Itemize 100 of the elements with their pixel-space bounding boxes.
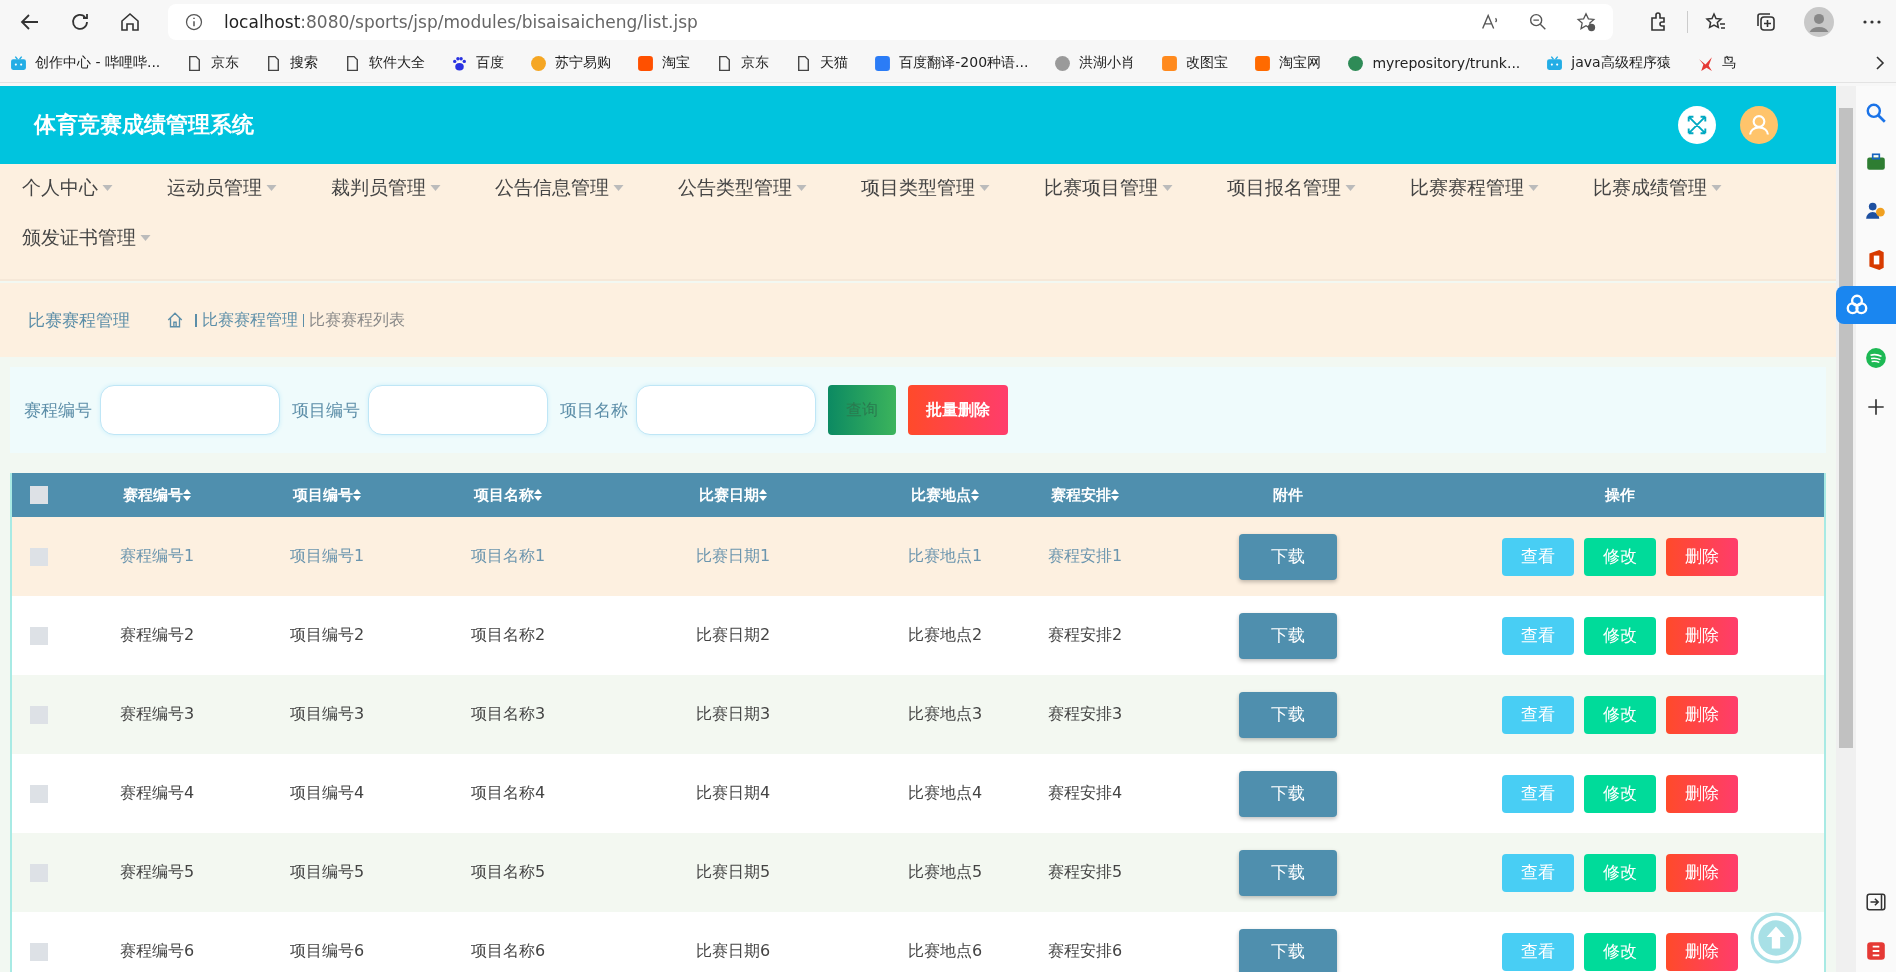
address-bar[interactable]: localhost:8080/sports/jsp/modules/bisaisaicheng/list.jsp: [168, 4, 1613, 40]
cloud-widget[interactable]: [1836, 286, 1896, 324]
site-icon[interactable]: [1054, 54, 1072, 72]
nav-menu-item[interactable]: 公告类型管理: [678, 170, 807, 206]
site-icon[interactable]: [530, 54, 548, 72]
row-checkbox[interactable]: [30, 626, 48, 645]
bookmark-link[interactable]: 搜索: [265, 54, 319, 72]
delete-button[interactable]: 删除: [1666, 616, 1738, 655]
breadcrumb-item[interactable]: 比赛赛程管理: [201, 309, 298, 331]
column-header[interactable]: 赛程安排: [1051, 485, 1119, 505]
site-icon[interactable]: [1161, 54, 1179, 72]
bookmark-link[interactable]: 创作中心 - 哔哩哔...: [10, 54, 161, 72]
download-button[interactable]: 下载: [1239, 691, 1337, 738]
nav-menu-item[interactable]: 项目类型管理: [861, 170, 990, 206]
edit-button[interactable]: 修改: [1584, 537, 1656, 576]
sidebar-toggle-icon[interactable]: [1865, 891, 1887, 913]
nav-menu-item[interactable]: 公告信息管理: [495, 170, 624, 206]
nav-menu-item[interactable]: 比赛赛程管理: [1410, 170, 1539, 206]
sort-icon[interactable]: [759, 489, 767, 501]
view-button[interactable]: 查看: [1502, 774, 1574, 813]
edit-button[interactable]: 修改: [1584, 774, 1656, 813]
nav-menu-item[interactable]: 颁发证书管理: [22, 220, 151, 256]
home-icon[interactable]: [118, 10, 142, 34]
view-button[interactable]: 查看: [1502, 537, 1574, 576]
chevron-right-icon[interactable]: [1874, 55, 1886, 71]
tv-icon[interactable]: [10, 54, 27, 72]
download-button[interactable]: 下载: [1239, 533, 1337, 580]
bookmark-link[interactable]: 淘宝网: [1254, 54, 1322, 72]
add-icon[interactable]: [1865, 396, 1887, 418]
sort-icon[interactable]: [534, 489, 542, 501]
download-button[interactable]: 下载: [1239, 612, 1337, 659]
view-button[interactable]: 查看: [1502, 616, 1574, 655]
bookmark-link[interactable]: 鸟: [1696, 54, 1736, 72]
sort-icon[interactable]: [353, 489, 361, 501]
edit-button[interactable]: 修改: [1584, 695, 1656, 734]
view-button[interactable]: 查看: [1502, 695, 1574, 734]
bookmark-link[interactable]: 改图宝: [1161, 54, 1229, 72]
edit-button[interactable]: 修改: [1584, 932, 1656, 971]
search-field[interactable]: [636, 385, 816, 435]
edit-button[interactable]: 修改: [1584, 616, 1656, 655]
bookmark-link[interactable]: 淘宝: [637, 54, 691, 72]
nav-menu-item[interactable]: 项目报名管理: [1227, 170, 1356, 206]
delete-button[interactable]: 删除: [1666, 537, 1738, 576]
site-icon[interactable]: [874, 54, 892, 72]
bookmark-link[interactable]: 京东: [186, 54, 240, 72]
nav-menu-item[interactable]: 裁判员管理: [331, 170, 441, 206]
site-icon[interactable]: [1347, 54, 1365, 72]
column-header[interactable]: 比赛日期: [699, 485, 767, 505]
delete-button[interactable]: 删除: [1666, 695, 1738, 734]
download-button[interactable]: 下载: [1239, 770, 1337, 817]
sort-icon[interactable]: [183, 489, 191, 501]
bookmark-link[interactable]: 天猫: [795, 54, 849, 72]
bookmark-link[interactable]: java高级程序猿: [1546, 54, 1671, 72]
bookmark-link[interactable]: 软件大全: [344, 54, 426, 72]
edit-button[interactable]: 修改: [1584, 853, 1656, 892]
view-button[interactable]: 查看: [1502, 932, 1574, 971]
nav-menu-item[interactable]: 个人中心: [22, 170, 113, 206]
paw-icon[interactable]: [451, 54, 469, 72]
briefcase-icon[interactable]: [1865, 151, 1887, 173]
bookmark-link[interactable]: myrepository/trunk...: [1347, 54, 1521, 72]
search-icon[interactable]: [1865, 102, 1887, 124]
delete-button[interactable]: 删除: [1666, 774, 1738, 813]
bookmark-link[interactable]: 京东: [716, 54, 770, 72]
app-logo-icon[interactable]: [1865, 940, 1887, 962]
site-icon[interactable]: [637, 54, 655, 72]
column-header[interactable]: 赛程编号: [123, 485, 191, 505]
download-button[interactable]: 下载: [1239, 849, 1337, 896]
column-header[interactable]: 项目名称: [474, 485, 542, 505]
bookmark-link[interactable]: 洪湖小肖: [1054, 54, 1136, 72]
row-checkbox[interactable]: [30, 547, 48, 566]
nav-menu-item[interactable]: 运动员管理: [167, 170, 277, 206]
search-field[interactable]: [100, 385, 280, 435]
fullscreen-icon[interactable]: [1678, 106, 1716, 144]
bookmark-link[interactable]: 百度: [451, 54, 505, 72]
delete-button[interactable]: 删除: [1666, 932, 1738, 971]
search-field[interactable]: [368, 385, 548, 435]
column-header[interactable]: 比赛地点: [911, 485, 979, 505]
bookmark-link[interactable]: 苏宁易购: [530, 54, 612, 72]
sort-icon[interactable]: [971, 489, 979, 501]
delete-button[interactable]: 删除: [1666, 853, 1738, 892]
people-icon[interactable]: [1865, 200, 1887, 222]
info-icon[interactable]: [184, 12, 204, 32]
scrollbar[interactable]: [1836, 86, 1856, 972]
user-avatar-icon[interactable]: [1740, 106, 1778, 144]
add-favorite-icon[interactable]: [1575, 11, 1597, 33]
bookmark-link[interactable]: 百度翻译-200种语...: [874, 54, 1029, 72]
site-icon[interactable]: [1254, 54, 1272, 72]
profile-avatar-icon[interactable]: [1804, 7, 1834, 37]
nav-menu-item[interactable]: 比赛项目管理: [1044, 170, 1173, 206]
sort-icon[interactable]: [1111, 489, 1119, 501]
column-header[interactable]: 项目编号: [293, 485, 361, 505]
collections-icon[interactable]: [1754, 10, 1778, 34]
select-all-checkbox[interactable]: [30, 486, 48, 504]
row-checkbox[interactable]: [30, 784, 48, 803]
music-icon[interactable]: [1865, 347, 1887, 369]
download-button[interactable]: 下载: [1239, 928, 1337, 972]
nav-menu-item[interactable]: 比赛成绩管理: [1593, 170, 1722, 206]
batch-delete-button[interactable]: 批量删除: [908, 385, 1008, 435]
view-button[interactable]: 查看: [1502, 853, 1574, 892]
row-checkbox[interactable]: [30, 942, 48, 961]
